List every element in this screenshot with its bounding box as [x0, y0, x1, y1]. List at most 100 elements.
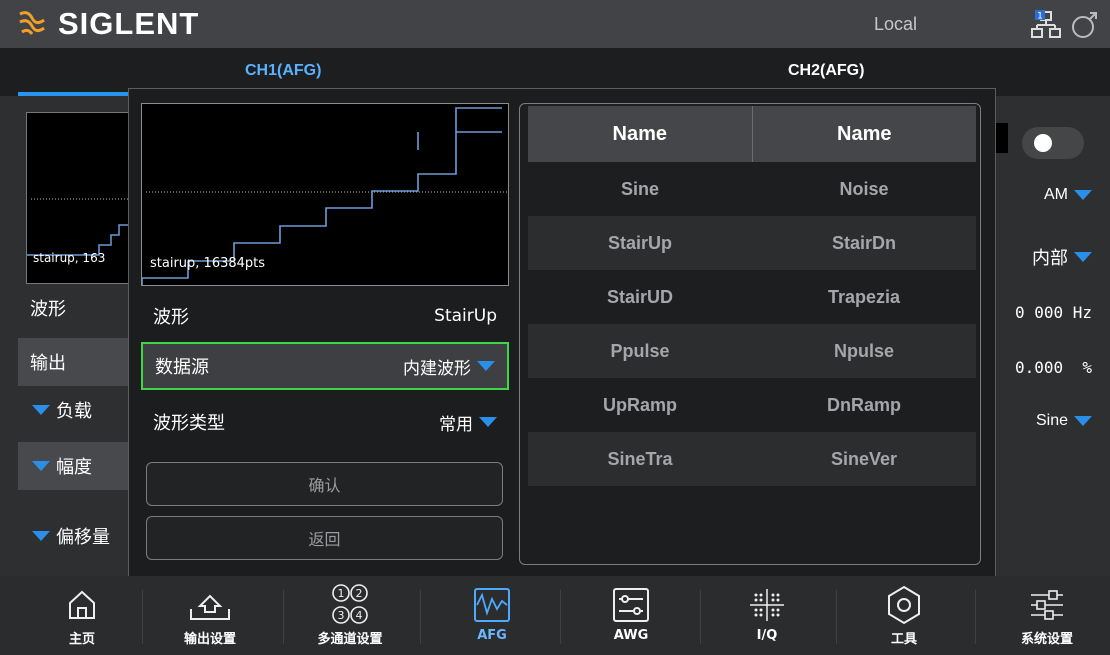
dropdown-triangle-icon — [479, 417, 497, 427]
svg-text:3: 3 — [338, 609, 345, 622]
waveform-option-dnramp[interactable]: DnRamp — [752, 378, 976, 432]
row-value: StairUp — [434, 306, 497, 326]
nav-output-settings[interactable]: 输出设置 — [165, 576, 255, 655]
usb-device-icon[interactable] — [1070, 10, 1100, 44]
bg-mod-shape[interactable]: Sine — [1036, 412, 1092, 430]
dropdown-triangle-icon — [1074, 416, 1092, 426]
bg-row-label: 输出 — [30, 353, 66, 374]
column-header-name: Name — [751, 106, 977, 162]
waveform-option-stairdn[interactable]: StairDn — [752, 216, 976, 270]
dialog-waveform-preview: stairup, 16384pts — [141, 103, 509, 286]
nav-label: 多通道设置 — [317, 632, 383, 647]
bg-row-load[interactable]: 负载 — [18, 386, 138, 434]
bg-value: Sine — [1035, 412, 1068, 429]
background-waveform-preview: stairup, 163 — [26, 112, 136, 284]
nav-label: AFG — [477, 628, 507, 643]
bg-mod-type[interactable]: AM — [1044, 186, 1092, 204]
nav-tools[interactable]: 工具 — [859, 576, 949, 655]
waveform-option-sinever[interactable]: SineVer — [752, 432, 976, 486]
brand-name: SIGLENT — [58, 6, 200, 41]
dropdown-triangle-icon — [477, 361, 495, 371]
svg-text:1: 1 — [338, 587, 345, 600]
nav-label: 工具 — [890, 632, 917, 647]
svg-text:1: 1 — [1037, 12, 1043, 22]
nav-label: 主页 — [68, 632, 95, 647]
waveform-list: Name Name Sine Noise StairUp StairDn Sta… — [519, 103, 981, 565]
svg-text:2: 2 — [356, 587, 363, 600]
system-settings-icon — [1027, 584, 1067, 626]
afg-icon — [473, 584, 511, 626]
remote-status: Local — [874, 14, 918, 34]
dropdown-triangle-icon — [32, 405, 50, 415]
title-bar: SIGLENT Local 1 — [0, 0, 1110, 48]
nav-home[interactable]: 主页 — [37, 576, 127, 655]
row-value: 内建波形 — [403, 358, 471, 379]
nav-label: 系统设置 — [1020, 632, 1073, 647]
dropdown-triangle-icon — [32, 531, 50, 541]
nav-afg[interactable]: AFG — [447, 576, 537, 655]
nav-iq[interactable]: I/Q — [722, 576, 812, 655]
bg-row-label: 负载 — [56, 401, 92, 422]
output-toggle[interactable] — [1022, 127, 1084, 159]
list-row: UpRamp DnRamp — [528, 378, 976, 432]
dropdown-triangle-icon — [32, 461, 50, 471]
svg-text:4: 4 — [356, 609, 363, 622]
bg-value: 内部 — [1032, 248, 1068, 268]
iq-icon — [748, 584, 786, 626]
network-icon[interactable]: 1 — [1030, 10, 1062, 44]
background-preview-caption: stairup, 163 — [33, 251, 106, 265]
waveform-list-header: Name Name — [528, 106, 976, 162]
dialog-row-data-source[interactable]: 数据源 内建波形 — [141, 342, 509, 390]
bg-row-waveform[interactable]: 波形 — [18, 284, 138, 332]
tab-ch2[interactable]: CH2(AFG) — [788, 62, 864, 80]
column-header-name: Name — [612, 122, 667, 145]
row-label: 波形类型 — [153, 413, 225, 434]
nav-label: AWG — [613, 628, 649, 643]
row-value: 常用 — [439, 414, 473, 435]
waveform-option-sine[interactable]: Sine — [528, 162, 752, 216]
row-label: 波形 — [153, 307, 189, 328]
back-button[interactable]: 返回 — [146, 516, 503, 560]
tools-icon — [885, 584, 923, 626]
toggle-knob — [1034, 134, 1052, 152]
waveform-option-stairud[interactable]: StairUD — [528, 270, 752, 324]
bg-row-amplitude[interactable]: 幅度 — [18, 442, 138, 490]
bg-row-offset[interactable]: 偏移量 — [18, 512, 138, 560]
bg-row-label: 偏移量 — [56, 527, 110, 548]
waveform-option-upramp[interactable]: UpRamp — [528, 378, 752, 432]
nav-label: 输出设置 — [183, 632, 236, 647]
nav-multi-channel[interactable]: 1 2 3 4 多通道设置 — [305, 576, 395, 655]
nav-system-settings[interactable]: 系统设置 — [1002, 576, 1092, 655]
bg-depth[interactable]: 0.000 % — [1015, 358, 1092, 377]
list-row: Ppulse Npulse — [528, 324, 976, 378]
bg-frequency[interactable]: 0 000 Hz — [1015, 303, 1092, 322]
background-right-box — [996, 123, 1008, 153]
dialog-preview-caption: stairup, 16384pts — [150, 256, 266, 271]
nav-awg[interactable]: AWG — [586, 576, 676, 655]
bg-value: AM — [1044, 186, 1068, 203]
dialog-row-waveform[interactable]: 波形 StairUp — [141, 292, 509, 340]
siglent-mark-icon — [19, 11, 45, 35]
bg-source[interactable]: 内部 — [1032, 244, 1092, 270]
output-settings-icon — [187, 584, 233, 626]
dialog-row-waveform-type[interactable]: 波形类型 常用 — [141, 398, 509, 446]
waveform-option-stairup[interactable]: StairUp — [528, 216, 752, 270]
waveform-option-sinetra[interactable]: SineTra — [528, 432, 752, 486]
tab-ch1[interactable]: CH1(AFG) — [245, 62, 321, 80]
waveform-option-noise[interactable]: Noise — [752, 162, 976, 216]
list-row: SineTra SineVer — [528, 432, 976, 486]
confirm-button[interactable]: 确认 — [146, 462, 503, 506]
dropdown-triangle-icon — [1074, 252, 1092, 262]
awg-icon — [612, 584, 650, 626]
waveform-option-npulse[interactable]: Npulse — [752, 324, 976, 378]
nav-label: I/Q — [756, 628, 778, 643]
bg-row-output[interactable]: 输出 — [18, 338, 138, 386]
list-row: Sine Noise — [528, 162, 976, 216]
dropdown-triangle-icon — [1074, 190, 1092, 200]
bg-row-label: 波形 — [30, 299, 66, 320]
bg-row-label: 幅度 — [56, 457, 92, 478]
row-label: 数据源 — [155, 357, 209, 378]
waveform-option-trapezia[interactable]: Trapezia — [752, 270, 976, 324]
waveform-option-ppulse[interactable]: Ppulse — [528, 324, 752, 378]
bottom-nav: 主页 输出设置 1 2 3 4 多通道设置 AFG AWG I/Q 工具 系统设… — [0, 576, 1110, 655]
